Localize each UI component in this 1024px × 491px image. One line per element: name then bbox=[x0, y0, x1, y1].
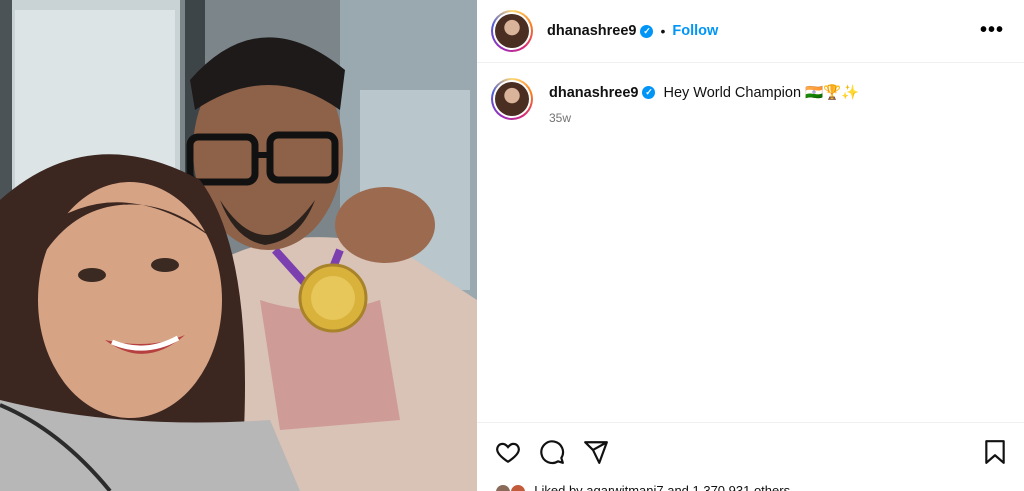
follow-button[interactable]: Follow bbox=[672, 23, 718, 39]
share-icon[interactable] bbox=[583, 439, 609, 470]
separator-dot: • bbox=[660, 23, 666, 39]
post-details-panel: dhanashree9 ✓ • Follow ••• dhanashree9 ✓… bbox=[477, 0, 1024, 491]
liker-avatar bbox=[509, 483, 526, 491]
caption-username[interactable]: dhanashree9 bbox=[549, 85, 638, 101]
post-photo[interactable] bbox=[0, 0, 477, 491]
more-options-icon[interactable]: ••• bbox=[980, 20, 1004, 40]
avatar-image bbox=[495, 14, 529, 48]
caption-author-avatar[interactable] bbox=[491, 78, 533, 120]
caption-text: Hey World Champion 🇮🇳🏆✨ bbox=[663, 85, 860, 101]
liker-avatar bbox=[495, 483, 511, 491]
likes-summary[interactable]: Liked by agarwitmani7 and 1,370,931 othe… bbox=[495, 483, 790, 491]
verified-badge-icon: ✓ bbox=[642, 86, 656, 99]
caption-block: dhanashree9 ✓ Hey World Champion 🇮🇳🏆✨ 35… bbox=[491, 78, 859, 125]
author-avatar[interactable] bbox=[491, 10, 533, 52]
heart-icon[interactable] bbox=[495, 439, 521, 470]
comment-icon[interactable] bbox=[539, 439, 565, 470]
post-header: dhanashree9 ✓ • Follow ••• bbox=[477, 0, 1024, 63]
post-timestamp[interactable]: 35w bbox=[549, 111, 859, 125]
bookmark-icon[interactable] bbox=[983, 439, 1007, 470]
avatar-image bbox=[495, 82, 529, 116]
post-image bbox=[0, 0, 477, 491]
action-bar bbox=[477, 422, 1024, 482]
author-username[interactable]: dhanashree9 bbox=[547, 23, 636, 39]
likes-text: Liked by agarwitmani7 and 1,370,931 othe… bbox=[534, 483, 791, 491]
verified-badge-icon: ✓ bbox=[640, 24, 654, 38]
